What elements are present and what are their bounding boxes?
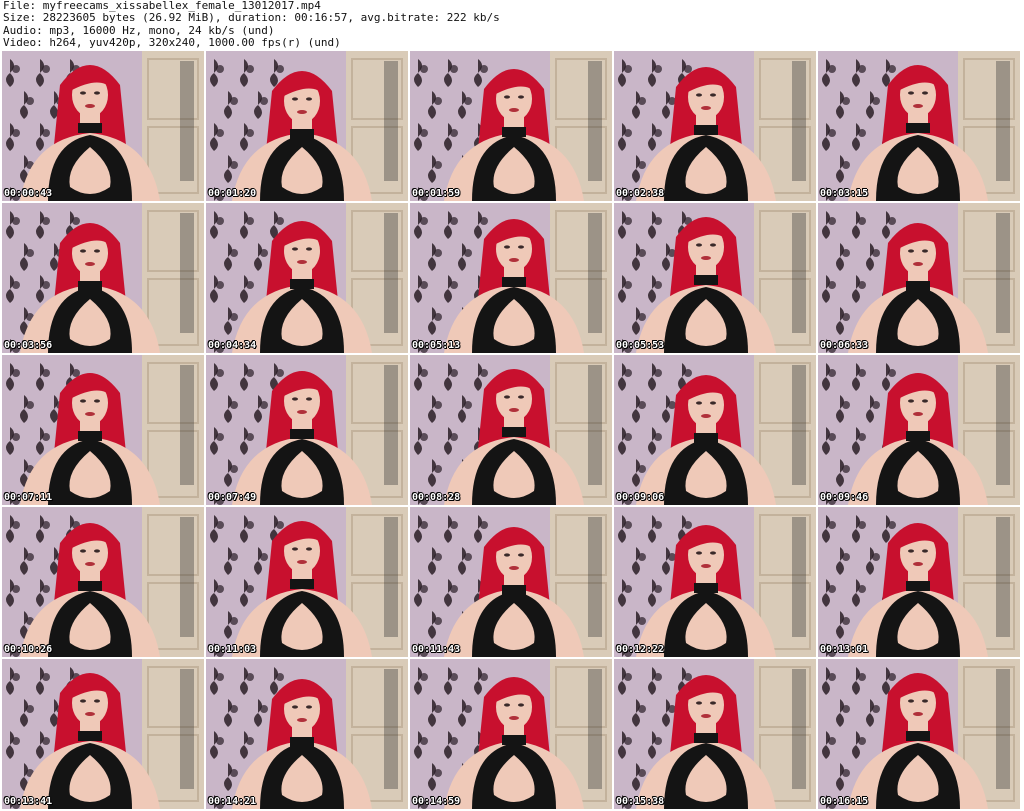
thumbnail-frame[interactable]: 00:11:43 [410,507,612,657]
frame-timestamp: 00:01:59 [412,188,461,199]
frame-timestamp: 00:11:43 [412,644,461,655]
frame-timestamp: 00:14:59 [412,796,461,807]
frame-timestamp: 00:10:26 [4,644,53,655]
frame-image [614,203,816,353]
file-size-line: Size: 28223605 bytes (26.92 MiB), durati… [3,11,500,25]
frame-image [410,659,612,809]
frame-image [206,355,408,505]
frame-image [2,355,204,505]
video-info-header: File: myfreecams_xissabellex_female_1301… [0,0,1024,50]
frame-timestamp: 00:05:53 [616,340,665,351]
thumbnail-frame[interactable]: 00:14:21 [206,659,408,809]
thumbnail-frame[interactable]: 00:07:49 [206,355,408,505]
thumbnail-frame[interactable]: 00:12:22 [614,507,816,657]
frame-timestamp: 00:11:03 [208,644,257,655]
thumbnail-frame[interactable]: 00:14:59 [410,659,612,809]
frame-timestamp: 00:12:22 [616,644,665,655]
thumbnail-frame[interactable]: 00:13:01 [818,507,1020,657]
thumbnail-frame[interactable]: 00:05:53 [614,203,816,353]
thumbnail-frame[interactable]: 00:13:41 [2,659,204,809]
frame-image [2,203,204,353]
frame-timestamp: 00:13:41 [4,796,53,807]
thumbnail-frame[interactable]: 00:11:03 [206,507,408,657]
frame-image [818,51,1020,201]
frame-image [206,659,408,809]
frame-timestamp: 00:07:11 [4,492,53,503]
frame-image [410,203,612,353]
thumbnail-frame[interactable]: 00:16:15 [818,659,1020,809]
frame-image [614,51,816,201]
frame-timestamp: 00:15:38 [616,796,665,807]
thumbnail-frame[interactable]: 00:03:15 [818,51,1020,201]
video-info-line: Video: h264, yuv420p, 320x240, 1000.00 f… [3,36,341,50]
frame-timestamp: 00:13:01 [820,644,869,655]
frame-image [614,355,816,505]
frame-timestamp: 00:03:15 [820,188,869,199]
frame-image [2,507,204,657]
frame-image [818,203,1020,353]
frame-image [818,355,1020,505]
frame-timestamp: 00:07:49 [208,492,257,503]
frame-timestamp: 00:00:43 [4,188,53,199]
frame-image [410,355,612,505]
frame-image [818,659,1020,809]
frame-image [206,507,408,657]
thumbnail-frame[interactable]: 00:15:38 [614,659,816,809]
thumbnail-frame[interactable]: 00:01:59 [410,51,612,201]
thumbnail-frame[interactable]: 00:00:43 [2,51,204,201]
frame-image [818,507,1020,657]
thumbnail-frame[interactable]: 00:05:13 [410,203,612,353]
frame-image [614,507,816,657]
frame-image [614,659,816,809]
thumbnail-frame[interactable]: 00:09:46 [818,355,1020,505]
frame-image [206,51,408,201]
thumbnail-grid: 00:00:43 00:01:20 00:01:59 00:02:38 00:03:15… [2,51,1022,811]
frame-timestamp: 00:06:33 [820,340,869,351]
frame-image [206,203,408,353]
frame-timestamp: 00:09:46 [820,492,869,503]
frame-image [410,51,612,201]
frame-timestamp: 00:09:06 [616,492,665,503]
thumbnail-frame[interactable]: 00:10:26 [2,507,204,657]
thumbnail-frame[interactable]: 00:04:34 [206,203,408,353]
thumbnail-frame[interactable]: 00:01:20 [206,51,408,201]
frame-timestamp: 00:04:34 [208,340,257,351]
thumbnail-frame[interactable]: 00:09:06 [614,355,816,505]
frame-image [410,507,612,657]
thumbnail-frame[interactable]: 00:02:38 [614,51,816,201]
frame-timestamp: 00:02:38 [616,188,665,199]
frame-timestamp: 00:05:13 [412,340,461,351]
frame-timestamp: 00:08:28 [412,492,461,503]
thumbnail-frame[interactable]: 00:06:33 [818,203,1020,353]
thumbnail-frame[interactable]: 00:03:56 [2,203,204,353]
frame-timestamp: 00:03:56 [4,340,53,351]
frame-image [2,51,204,201]
frame-timestamp: 00:14:21 [208,796,257,807]
frame-image [2,659,204,809]
thumbnail-frame[interactable]: 00:08:28 [410,355,612,505]
thumbnail-frame[interactable]: 00:07:11 [2,355,204,505]
frame-timestamp: 00:16:15 [820,796,869,807]
frame-timestamp: 00:01:20 [208,188,257,199]
